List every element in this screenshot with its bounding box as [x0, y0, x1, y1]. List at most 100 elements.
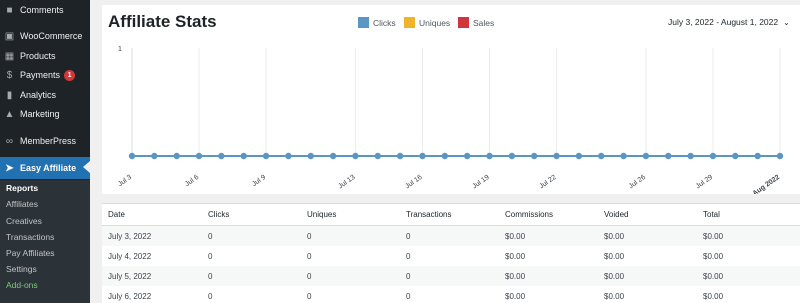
data-point	[262, 152, 270, 160]
data-point	[463, 152, 471, 160]
cell-date: July 6, 2022	[108, 291, 152, 301]
cell-uniques: 0	[307, 231, 312, 241]
sidebar-item-products[interactable]: ▦ Products	[0, 46, 90, 66]
x-tick-label: Jul 16	[404, 174, 423, 191]
data-point	[285, 152, 292, 160]
submenu-item-settings[interactable]: Settings	[6, 264, 37, 274]
cell-clicks: 0	[208, 271, 213, 281]
cell-commissions: $0.00	[505, 291, 526, 301]
data-point	[553, 152, 560, 160]
sidebar-item-memberpress[interactable]: ∞ MemberPress	[0, 131, 90, 151]
sidebar-item-label: Marketing	[20, 109, 60, 119]
y-tick-label: 1	[118, 46, 122, 53]
cell-uniques: 0	[307, 251, 312, 261]
sidebar-item-label: Easy Affiliate	[20, 163, 77, 173]
sidebar-item-marketing[interactable]: ▲ Marketing	[0, 104, 90, 124]
data-point	[173, 152, 180, 160]
data-point	[486, 152, 493, 160]
x-tick-label: Jul 9	[251, 174, 267, 188]
data-point	[240, 152, 247, 160]
cell-transactions: 0	[406, 231, 411, 241]
column-header-uniques: Uniques	[307, 210, 337, 219]
data-point	[218, 152, 225, 160]
submenu-item-creatives[interactable]: Creatives	[6, 216, 42, 226]
data-point	[508, 152, 516, 160]
submenu-item-add-ons[interactable]: Add-ons	[6, 280, 38, 290]
sidebar-item-woocommerce[interactable]: ▣ WooCommerce	[0, 26, 90, 46]
table-row: July 3, 2022 0 0 0 $0.00 $0.00 $0.00	[102, 226, 800, 246]
cell-total: $0.00	[703, 291, 724, 301]
x-tick-label: Aug 2022	[752, 174, 782, 194]
data-point	[620, 152, 627, 160]
x-tick-label: Jul 29	[695, 174, 714, 191]
data-point	[732, 152, 739, 160]
data-point	[374, 152, 381, 160]
products-icon: ▦	[4, 50, 15, 62]
x-tick-label: Jul 3	[117, 174, 133, 188]
cell-uniques: 0	[307, 271, 312, 281]
payments-icon: $	[6, 69, 13, 81]
submenu-item-transactions[interactable]: Transactions	[6, 232, 54, 242]
table-row: July 4, 2022 0 0 0 $0.00 $0.00 $0.00	[102, 246, 800, 266]
submenu-item-affiliates[interactable]: Affiliates	[6, 199, 38, 209]
stats-table: Date Clicks Uniques Transactions Commiss…	[102, 203, 800, 303]
sidebar-item-payments[interactable]: $ Payments 1	[0, 65, 90, 85]
data-point	[195, 152, 203, 160]
x-tick-label: Jul 19	[471, 174, 490, 191]
sidebar-item-label: MemberPress	[20, 136, 77, 146]
data-point	[709, 152, 717, 160]
sidebar-item-label: Products	[20, 51, 56, 61]
data-point	[665, 152, 672, 160]
cell-date: July 3, 2022	[108, 231, 152, 241]
submenu-item-reports[interactable]: Reports	[6, 183, 38, 193]
column-header-total: Total	[703, 210, 720, 219]
cell-transactions: 0	[406, 251, 411, 261]
analytics-icon: ▮	[6, 89, 13, 101]
data-point	[754, 152, 761, 160]
sidebar-item-analytics[interactable]: ▮ Analytics	[0, 85, 90, 105]
column-header-commissions: Commissions	[505, 210, 554, 219]
x-tick-label: Jul 26	[628, 174, 647, 191]
data-point	[531, 152, 538, 160]
easy-affiliate-submenu: Reports Affiliates Creatives Transaction…	[0, 180, 90, 303]
sidebar-item-label: WooCommerce	[20, 31, 83, 41]
cell-date: July 4, 2022	[108, 251, 152, 261]
cell-total: $0.00	[703, 231, 724, 241]
comments-icon: ■	[6, 4, 13, 16]
column-header-transactions: Transactions	[406, 210, 452, 219]
woocommerce-icon: ▣	[4, 30, 15, 42]
data-point	[128, 152, 136, 160]
submenu-item-pay-affiliates[interactable]: Pay Affiliates	[6, 248, 55, 258]
cell-voided: $0.00	[604, 231, 625, 241]
marketing-icon: ▲	[4, 108, 15, 120]
cell-commissions: $0.00	[505, 251, 526, 261]
cell-voided: $0.00	[604, 291, 625, 301]
sidebar-item-label: Comments	[20, 5, 64, 15]
cell-total: $0.00	[703, 251, 724, 261]
x-tick-label: Jul 6	[184, 174, 200, 188]
data-point	[329, 152, 337, 160]
data-point	[687, 152, 694, 160]
column-header-date: Date	[108, 210, 125, 219]
data-point	[575, 152, 583, 160]
cell-commissions: $0.00	[505, 271, 526, 281]
cell-clicks: 0	[208, 231, 213, 241]
cell-transactions: 0	[406, 271, 411, 281]
sidebar-item-comments[interactable]: ■ Comments	[0, 0, 90, 20]
sidebar-item-label: Analytics	[20, 90, 57, 100]
data-point	[419, 152, 426, 160]
sidebar-item-label: Payments	[20, 70, 61, 80]
cell-commissions: $0.00	[505, 231, 526, 241]
sidebar-item-easy-affiliate[interactable]: ➤ Easy Affiliate	[0, 157, 90, 179]
x-tick-label: Jul 22	[538, 174, 557, 191]
admin-sidebar: ■ Comments ▣ WooCommerce ▦ Products $ Pa…	[0, 0, 90, 303]
cell-uniques: 0	[307, 291, 312, 301]
cell-clicks: 0	[208, 251, 213, 261]
memberpress-icon: ∞	[5, 135, 14, 147]
notification-badge: 1	[64, 69, 76, 81]
column-header-clicks: Clicks	[208, 210, 230, 219]
data-point	[642, 152, 650, 160]
table-row: July 5, 2022 0 0 0 $0.00 $0.00 $0.00	[102, 266, 800, 286]
table-row: July 6, 2022 0 0 0 $0.00 $0.00 $0.00	[102, 286, 800, 303]
data-point	[598, 152, 605, 160]
